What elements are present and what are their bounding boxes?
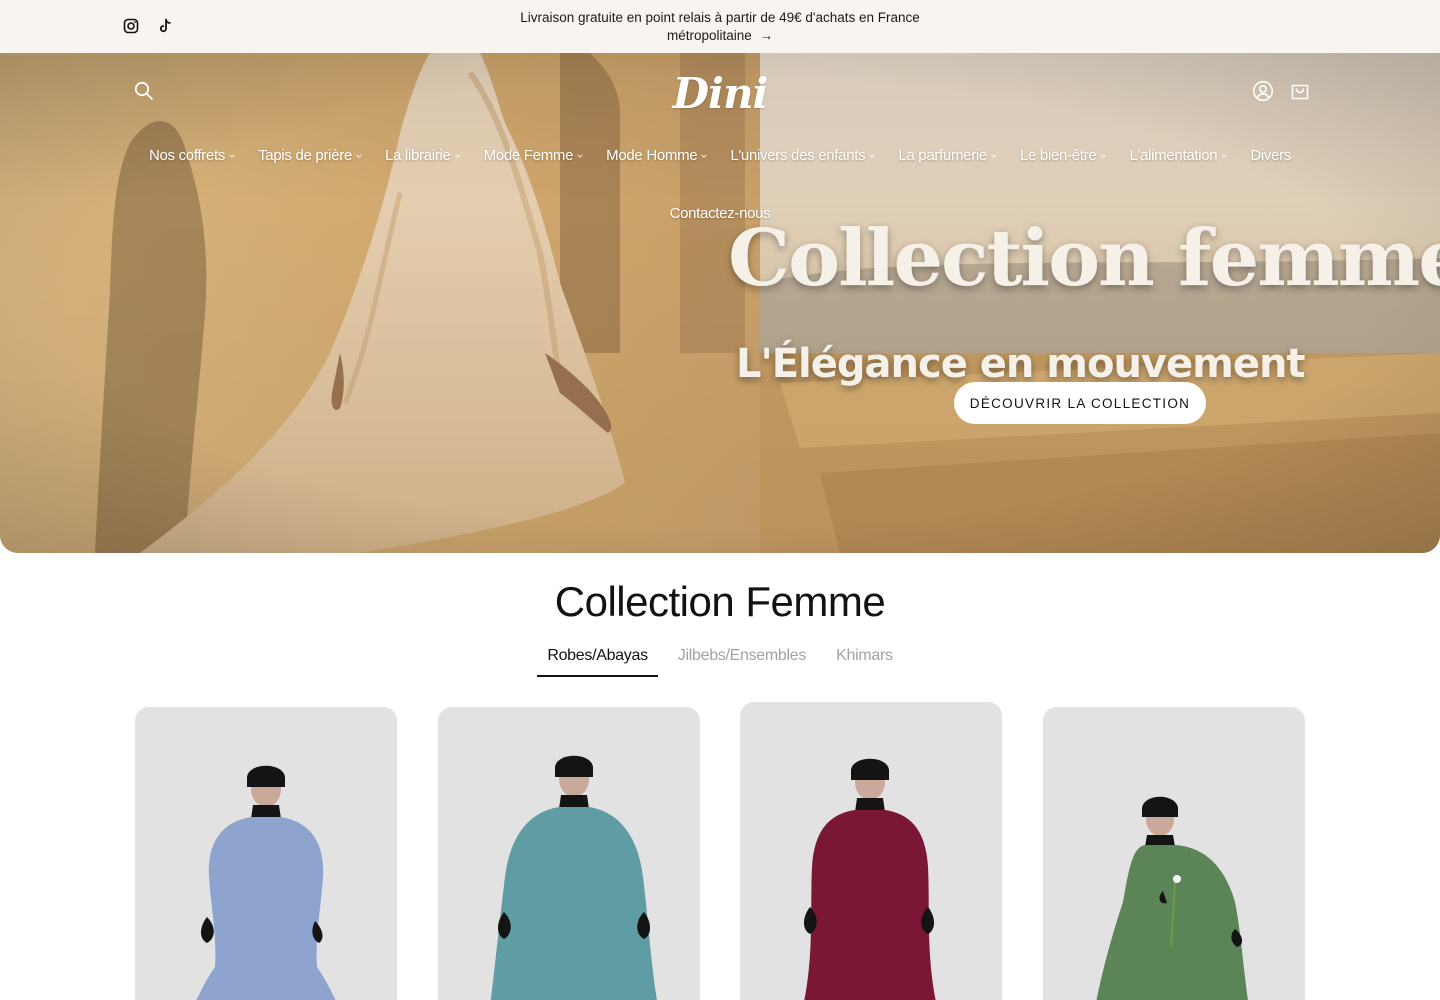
chevron-down-icon bbox=[577, 154, 583, 158]
nav-item-label: La parfumerie bbox=[898, 147, 987, 164]
nav-item-mode-femme[interactable]: Mode Femme bbox=[473, 145, 596, 167]
instagram-icon[interactable] bbox=[122, 17, 140, 35]
chevron-down-icon bbox=[356, 154, 362, 158]
nav-item-label: Nos coffrets bbox=[148, 147, 226, 164]
chevron-down-icon bbox=[869, 154, 876, 158]
announcement-text: Livraison gratuite en point relais à par… bbox=[520, 10, 920, 43]
nav-item-label: La librairie bbox=[384, 147, 451, 164]
hero-subtitle: L'Élégance en mouvement bbox=[736, 341, 1306, 387]
announcement-link[interactable]: Livraison gratuite en point relais à par… bbox=[500, 9, 940, 45]
discover-collection-button[interactable]: DÉCOUVRIR LA COLLECTION bbox=[954, 382, 1206, 424]
nav-item-label: Tapis de prière bbox=[258, 147, 352, 164]
product-image bbox=[740, 702, 1002, 1000]
product-card[interactable] bbox=[1043, 707, 1305, 1000]
chevron-down-icon bbox=[454, 154, 461, 158]
tab-jilbebs-ensembles[interactable]: Jilbebs/Ensembles bbox=[668, 640, 816, 677]
search-icon[interactable] bbox=[133, 80, 157, 104]
hero-banner: Dini Nos coffrets Tapis de prière La lib… bbox=[0, 53, 1440, 553]
nav-item-divers[interactable]: Divers bbox=[1239, 145, 1302, 167]
product-image bbox=[1043, 707, 1305, 1000]
announcement-bar: Livraison gratuite en point relais à par… bbox=[0, 0, 1440, 53]
product-image bbox=[438, 707, 700, 1000]
cart-icon[interactable] bbox=[1288, 79, 1312, 103]
nav-item-nos-coffrets[interactable]: Nos coffrets bbox=[138, 145, 247, 167]
tiktok-icon[interactable] bbox=[156, 17, 174, 35]
product-card[interactable] bbox=[740, 702, 1002, 1000]
chevron-down-icon bbox=[1221, 154, 1228, 158]
hero-title: Collection femme bbox=[728, 213, 1440, 304]
nav-item-label: Le bien-être bbox=[1019, 147, 1097, 164]
product-image bbox=[135, 707, 397, 1000]
nav-item-l-alimentation[interactable]: L'alimentation bbox=[1118, 145, 1239, 167]
product-card[interactable] bbox=[135, 707, 397, 1000]
collection-title: Collection Femme bbox=[554, 578, 886, 625]
nav-item-le-bien-etre[interactable]: Le bien-être bbox=[1009, 145, 1118, 167]
product-grid bbox=[135, 702, 1305, 1000]
nav-item-la-librairie[interactable]: La librairie bbox=[374, 145, 473, 167]
collection-tabs: Robes/Abayas Jilbebs/Ensembles Khimars bbox=[0, 640, 1440, 677]
site-logo[interactable]: Dini bbox=[670, 69, 770, 125]
nav-item-label: L'alimentation bbox=[1129, 147, 1218, 164]
nav-item-univers-des-enfants[interactable]: L'univers des enfants bbox=[719, 145, 887, 167]
product-garment bbox=[196, 817, 336, 1000]
chevron-down-icon bbox=[991, 154, 997, 158]
nav-item-la-parfumerie[interactable]: La parfumerie bbox=[887, 145, 1009, 167]
nav-item-label: Divers bbox=[1250, 147, 1292, 164]
tab-robes-abayas[interactable]: Robes/Abayas bbox=[537, 640, 658, 677]
product-card[interactable] bbox=[438, 707, 700, 1000]
chevron-down-icon bbox=[1100, 154, 1107, 158]
product-garment bbox=[804, 810, 936, 1000]
social-links bbox=[122, 17, 174, 35]
nav-item-label: Mode Homme bbox=[606, 147, 698, 164]
arrow-right-icon: → bbox=[759, 28, 774, 43]
chevron-down-icon bbox=[229, 154, 235, 158]
account-icon[interactable] bbox=[1251, 79, 1275, 103]
nav-item-mode-homme[interactable]: Mode Homme bbox=[595, 145, 719, 167]
nav-item-label: Mode Femme bbox=[483, 147, 574, 164]
tab-khimars[interactable]: Khimars bbox=[826, 640, 903, 677]
nav-item-label: L'univers des enfants bbox=[730, 147, 866, 164]
nav-item-tapis-de-priere[interactable]: Tapis de prière bbox=[247, 145, 374, 167]
chevron-down-icon bbox=[701, 154, 708, 158]
